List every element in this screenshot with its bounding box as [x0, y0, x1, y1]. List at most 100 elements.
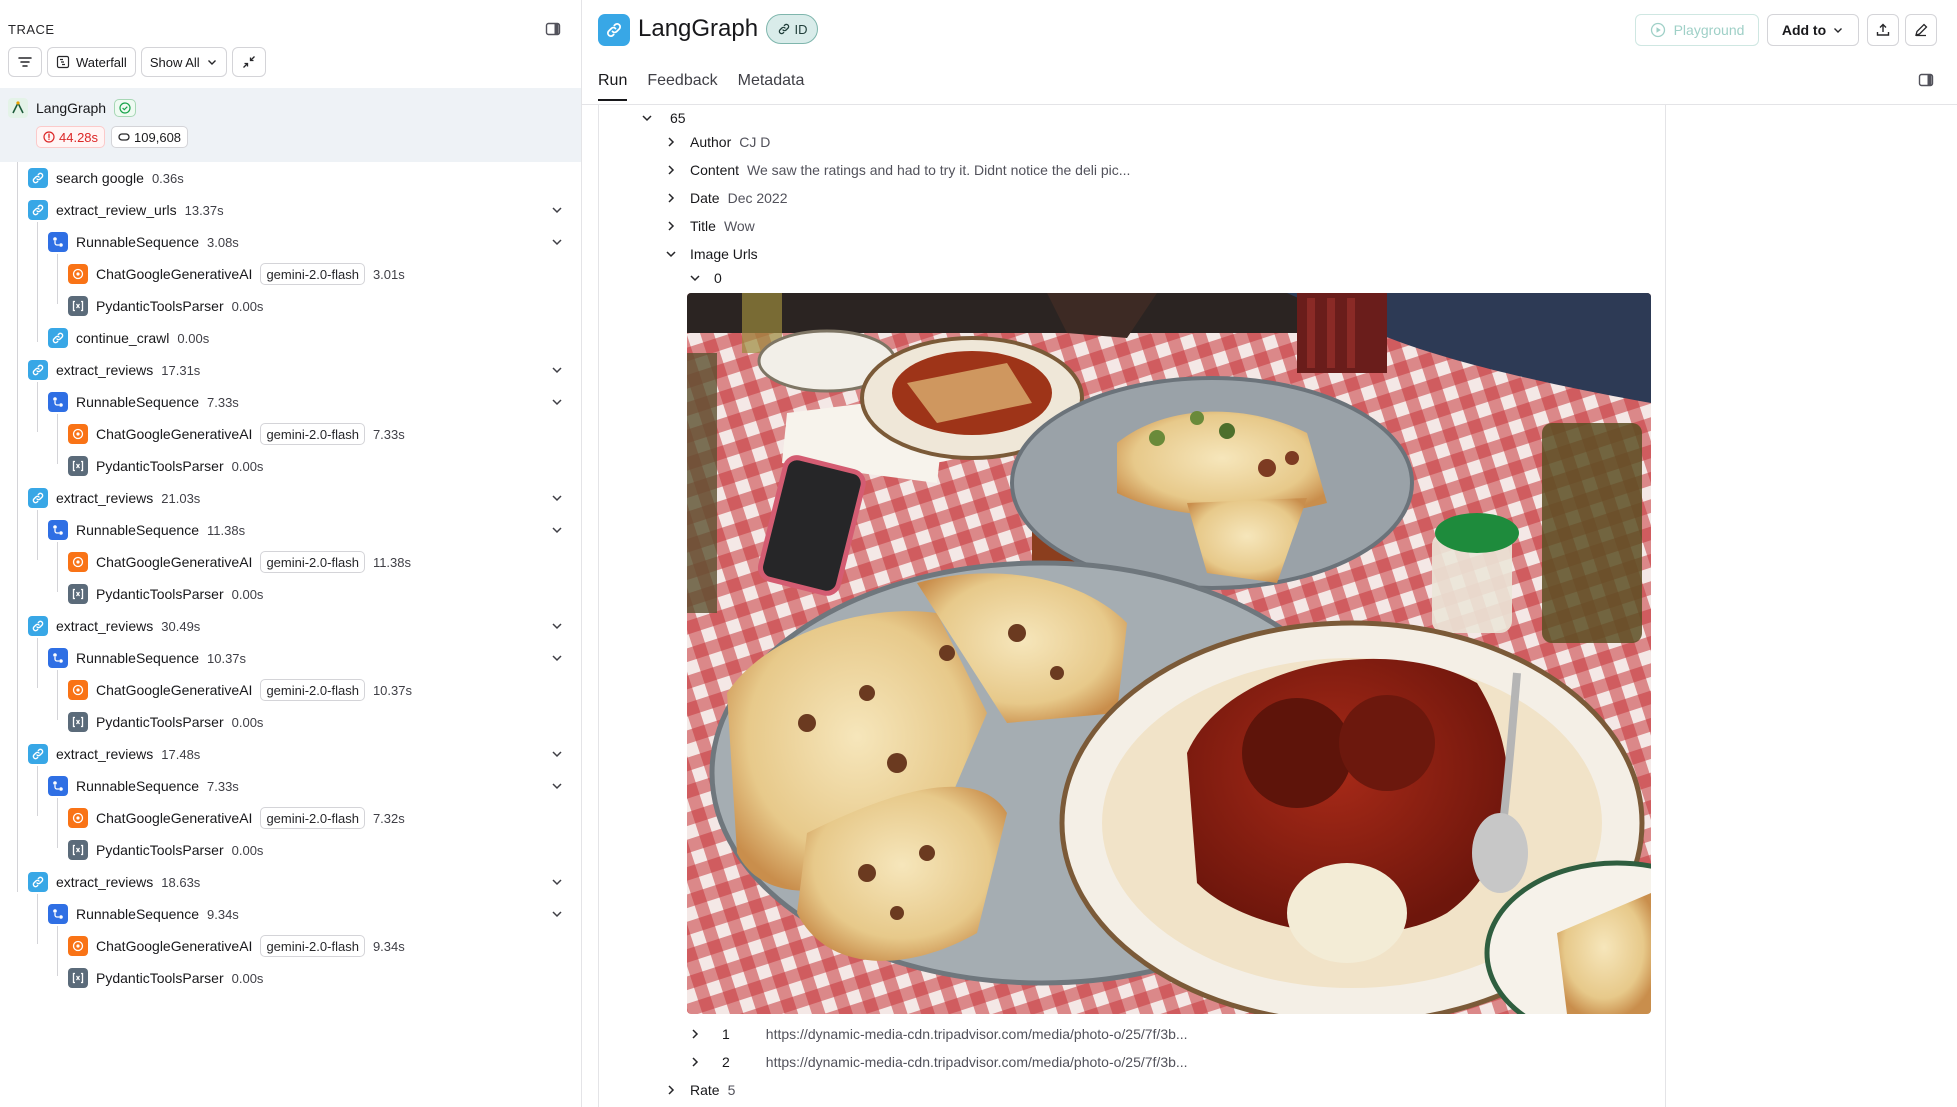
trace-node[interactable]: ChatGoogleGenerativeAI gemini-2.0-flash 9.…	[68, 933, 405, 959]
tree-guide-line	[17, 162, 18, 892]
model-tag: gemini-2.0-flash	[260, 263, 365, 285]
image-2-url: https://dynamic-media-cdn.tripadvisor.co…	[765, 1054, 1188, 1070]
trace-node-name: ChatGoogleGenerativeAI	[96, 682, 253, 698]
chevron-down-icon[interactable]	[550, 235, 564, 249]
trace-node[interactable]: ChatGoogleGenerativeAI gemini-2.0-flash 3.…	[68, 261, 405, 287]
date-value: Dec 2022	[727, 190, 788, 206]
trace-node[interactable]: extract_review_urls 13.37s	[28, 197, 224, 223]
chevron-down-icon	[690, 275, 700, 282]
tab-run[interactable]: Run	[598, 72, 628, 101]
trace-node[interactable]: PydanticToolsParser 0.00s	[68, 293, 263, 319]
sequence-icon	[48, 904, 68, 924]
title-row[interactable]: Title Wow	[664, 218, 755, 234]
parser-icon	[68, 712, 88, 732]
tab-metadata[interactable]: Metadata	[738, 72, 805, 101]
trace-node[interactable]: RunnableSequence 7.33s	[48, 773, 239, 799]
parser-icon	[68, 456, 88, 476]
image-0-row[interactable]: 0	[688, 270, 722, 286]
copy-id-button[interactable]: ID	[766, 14, 818, 44]
trace-node[interactable]: RunnableSequence 3.08s	[48, 229, 239, 255]
run-tabs: Run Feedback Metadata	[598, 72, 804, 101]
trace-node[interactable]: search google 0.36s	[28, 165, 184, 191]
chevron-down-icon[interactable]	[550, 363, 564, 377]
chevron-down-icon[interactable]	[550, 619, 564, 633]
chevron-down-icon[interactable]	[550, 779, 564, 793]
date-row[interactable]: Date Dec 2022	[664, 190, 788, 206]
edit-button[interactable]	[1905, 14, 1937, 46]
trace-node-duration: 7.33s	[207, 394, 239, 410]
sequence-icon	[48, 520, 68, 540]
share-button[interactable]	[1867, 14, 1899, 46]
chevron-down-icon[interactable]	[550, 651, 564, 665]
content-row[interactable]: Content We saw the ratings and had to tr…	[664, 162, 1130, 178]
tree-guide-line	[37, 510, 38, 560]
trace-node[interactable]: PydanticToolsParser 0.00s	[68, 581, 263, 607]
trace-node[interactable]: ChatGoogleGenerativeAI gemini-2.0-flash 7.…	[68, 421, 405, 447]
trace-node[interactable]: extract_reviews 30.49s	[28, 613, 200, 639]
chevron-down-icon	[666, 251, 676, 258]
root-run-name: LangGraph	[36, 100, 107, 116]
trace-node[interactable]: RunnableSequence 7.33s	[48, 389, 239, 415]
chevron-down-icon[interactable]	[550, 523, 564, 537]
tree-guide-line	[57, 798, 58, 848]
id-label: ID	[794, 21, 808, 37]
image-1-row[interactable]: 1 https://dynamic-media-cdn.tripadvisor.…	[688, 1026, 1188, 1042]
trace-node[interactable]: PydanticToolsParser 0.00s	[68, 453, 263, 479]
trace-node[interactable]: ChatGoogleGenerativeAI gemini-2.0-flash 7.…	[68, 805, 405, 831]
add-to-dropdown[interactable]: Add to	[1767, 14, 1859, 46]
chevron-down-icon[interactable]	[550, 747, 564, 761]
panel-toggle-icon[interactable]	[545, 21, 561, 37]
llm-icon	[68, 552, 88, 572]
trace-node-duration: 17.48s	[161, 746, 201, 762]
trace-node[interactable]: PydanticToolsParser 0.00s	[68, 709, 263, 735]
trace-node[interactable]: extract_reviews 17.48s	[28, 741, 200, 767]
image-2-row[interactable]: 2 https://dynamic-media-cdn.tripadvisor.…	[688, 1054, 1188, 1070]
trace-node[interactable]: RunnableSequence 10.37s	[48, 645, 246, 671]
trace-node[interactable]: extract_reviews 21.03s	[28, 485, 200, 511]
playground-button[interactable]: Playground	[1635, 14, 1759, 46]
review-photo[interactable]	[687, 293, 1651, 1014]
trace-node-duration: 7.32s	[372, 810, 405, 826]
chevron-down-icon[interactable]	[550, 491, 564, 505]
trace-node[interactable]: PydanticToolsParser 0.00s	[68, 837, 263, 863]
trace-node-name: PydanticToolsParser	[96, 586, 224, 602]
image-0-index: 0	[714, 270, 722, 286]
trace-node[interactable]: extract_reviews 18.63s	[28, 869, 200, 895]
trace-root-row[interactable]: LangGraph 44.28s 109,608	[0, 88, 581, 162]
trace-node-name: RunnableSequence	[76, 906, 199, 922]
chevron-down-icon[interactable]	[550, 907, 564, 921]
trace-node-duration: 11.38s	[207, 522, 246, 538]
trace-node[interactable]: ChatGoogleGenerativeAI gemini-2.0-flash 11…	[68, 549, 411, 575]
trace-node[interactable]: RunnableSequence 9.34s	[48, 901, 239, 927]
alert-circle-icon	[43, 131, 55, 143]
trace-node-duration: 0.00s	[231, 842, 264, 858]
rate-row[interactable]: Rate 5	[664, 1082, 735, 1098]
trace-node[interactable]: PydanticToolsParser 0.00s	[68, 965, 263, 991]
trace-node-name: PydanticToolsParser	[96, 714, 224, 730]
chevron-down-icon[interactable]	[550, 203, 564, 217]
trace-node-name: ChatGoogleGenerativeAI	[96, 554, 253, 570]
sidebar-toggle-icon[interactable]	[1918, 72, 1934, 88]
llm-icon	[68, 264, 88, 284]
chevron-right-icon	[668, 193, 675, 203]
review-index-row[interactable]: 65	[640, 110, 686, 126]
trace-node[interactable]: extract_reviews 17.31s	[28, 357, 200, 383]
trace-node[interactable]: RunnableSequence 11.38s	[48, 517, 245, 543]
image-urls-key: Image Urls	[690, 246, 758, 262]
model-tag: gemini-2.0-flash	[260, 423, 365, 445]
tab-feedback[interactable]: Feedback	[647, 72, 717, 101]
chevron-down-icon[interactable]	[550, 395, 564, 409]
collapse-button[interactable]	[231, 47, 266, 77]
trace-node[interactable]: ChatGoogleGenerativeAI gemini-2.0-flash 10…	[68, 677, 412, 703]
chevron-down-icon[interactable]	[550, 875, 564, 889]
rate-key: Rate	[690, 1082, 720, 1098]
image-urls-row[interactable]: Image Urls	[664, 246, 758, 262]
waterfall-button[interactable]: Waterfall	[47, 47, 136, 77]
filter-button[interactable]	[8, 47, 42, 77]
show-all-dropdown[interactable]: Show All	[140, 47, 227, 77]
author-row[interactable]: Author CJ D	[664, 134, 770, 150]
play-circle-icon	[1650, 22, 1665, 38]
trace-node-duration: 21.03s	[161, 490, 201, 506]
trace-node[interactable]: continue_crawl 0.00s	[48, 325, 209, 351]
trace-title: TRACE	[8, 22, 55, 37]
